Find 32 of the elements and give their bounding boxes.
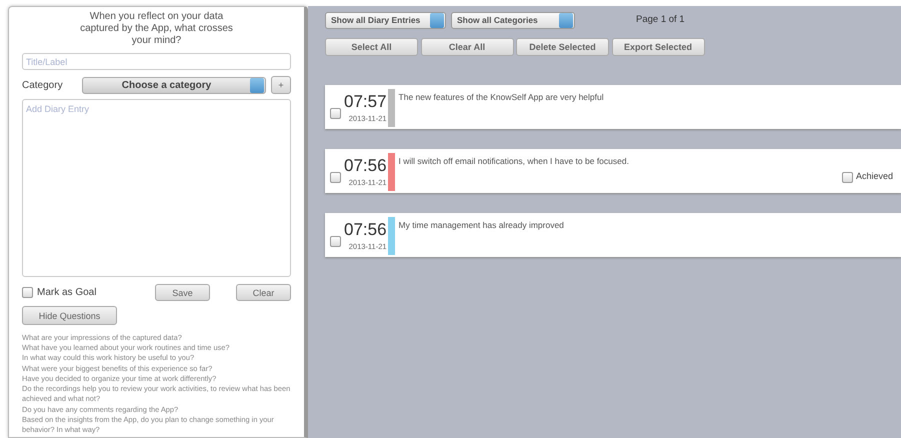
category-filter-select[interactable]: Show all Categories [451,12,575,29]
achieved-checkbox[interactable] [842,172,854,182]
category-label: Category [22,78,64,92]
page-indicator: Page 1 of 1 [636,13,685,28]
achieved-label: Achieved [856,170,893,184]
entry-checkbox[interactable] [330,236,341,246]
entry-time: 07:56 [344,221,387,238]
entry-text: I will switch off email notifications, when I have to be focused. [398,155,630,168]
save-button[interactable]: Save [155,284,210,301]
spinner-icon [559,13,573,28]
entry-text: The new features of the KnowSelf App are very helpful [398,91,605,104]
hide-questions-button[interactable]: Hide Questions [22,306,117,325]
toolbar-button[interactable]: Clear All [420,38,514,56]
entry-filter-select[interactable]: Show all Diary Entries [325,12,446,29]
goal-checkbox[interactable] [22,287,33,298]
entry-checkbox[interactable] [330,172,341,182]
spinner-icon [430,13,444,28]
toolbar-button[interactable]: Delete Selected [516,38,609,56]
entry-text: My time management has already improved [398,219,565,232]
add-category-button[interactable]: + [271,76,291,94]
entry-time: 07:57 [344,93,387,110]
entry-checkbox[interactable] [330,108,341,118]
clear-button[interactable]: Clear [236,284,291,301]
title-field[interactable]: Title/Label [22,53,291,70]
prompt-text: When you reflect on your data captured by the App, what crosses your mind? [79,11,234,47]
goal-label: Mark as Goal [37,286,98,300]
toolbar-button[interactable]: Select All [325,38,418,56]
diary-entry-field[interactable]: Add Diary Entry [22,99,291,277]
spinner-icon [250,78,264,92]
category-select[interactable]: Choose a category [82,76,266,94]
toolbar-button[interactable]: Export Selected [612,38,704,56]
entry-time: 07:56 [344,157,387,174]
